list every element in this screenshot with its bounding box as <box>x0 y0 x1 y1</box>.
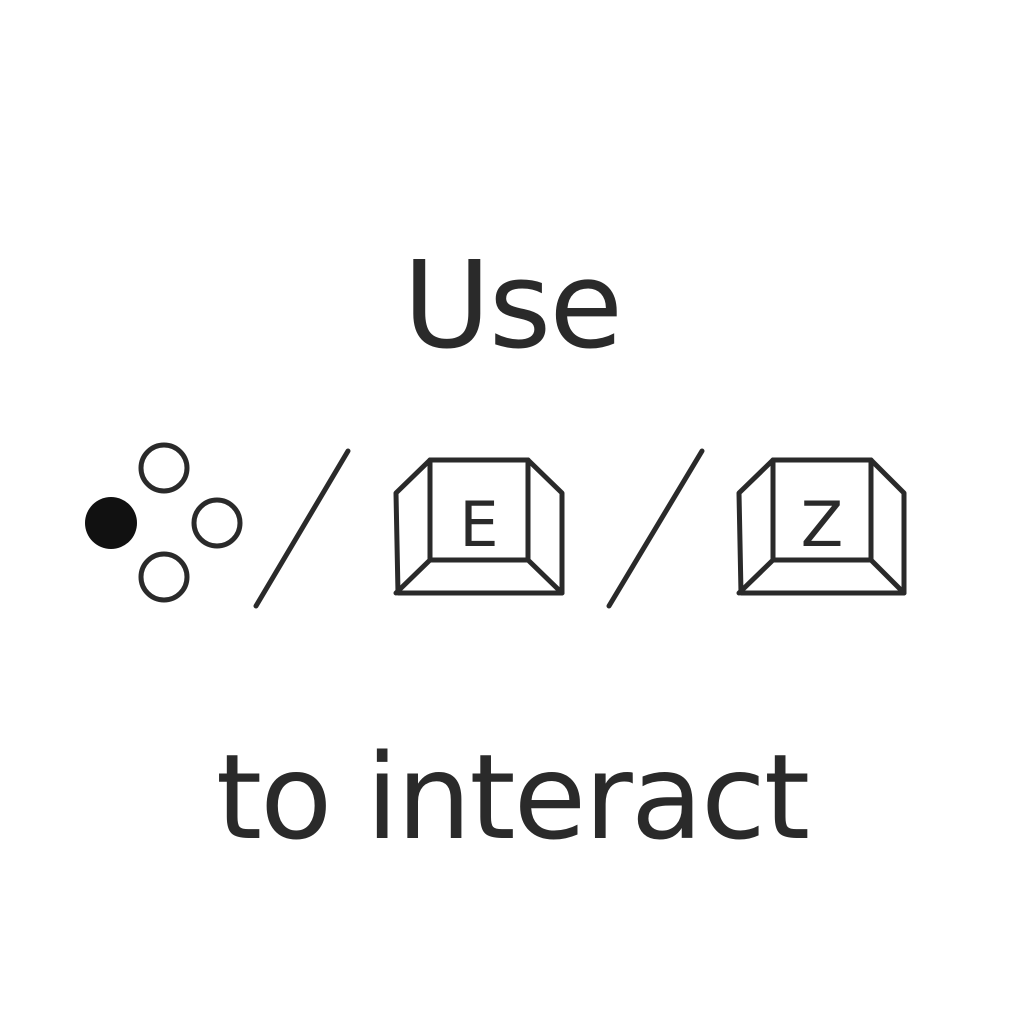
keyboard-key-icon: E <box>393 457 565 596</box>
gamepad-button-bottom <box>138 551 190 603</box>
prompt-line-to-interact: to interact <box>215 728 810 866</box>
key-label-z: Z <box>801 488 843 561</box>
interaction-prompt: Use / E Z to interact <box>0 0 1024 1024</box>
gamepad-button-right <box>191 497 243 549</box>
gamepad-buttons-icon <box>85 442 243 603</box>
separator-slash <box>606 448 705 609</box>
separator-label: / <box>0 0 1 1</box>
gamepad-button-top <box>138 442 190 494</box>
keyboard-key-icon: Z <box>736 457 907 596</box>
gamepad-button-left <box>85 497 137 549</box>
key-label-e: E <box>459 488 498 561</box>
separator-slash <box>253 448 351 609</box>
